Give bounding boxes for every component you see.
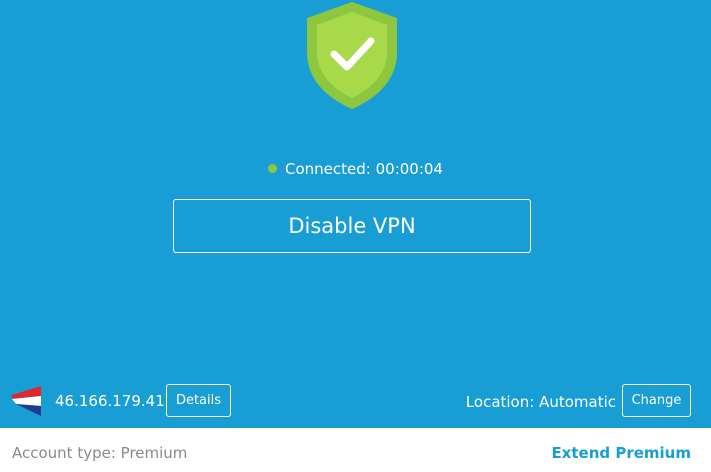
status-dot-icon [268, 164, 278, 173]
disable-vpn-button[interactable]: Disable VPN [173, 199, 531, 253]
ip-address: 46.166.179.41 [55, 392, 165, 410]
connection-status: Connected: 00:00:04 [0, 160, 711, 178]
vpn-main-panel: Connected: 00:00:04 Disable VPN 46.166.1… [0, 0, 711, 428]
change-location-button[interactable]: Change [622, 384, 691, 417]
extend-premium-link[interactable]: Extend Premium [551, 444, 691, 462]
netherlands-flag-icon [12, 386, 41, 416]
shield-check-icon [307, 2, 397, 109]
status-text: Connected: 00:00:04 [285, 160, 443, 178]
location-label: Location: Automatic [465, 393, 616, 411]
details-button[interactable]: Details [166, 384, 231, 417]
account-type-label: Account type: Premium [12, 444, 188, 462]
